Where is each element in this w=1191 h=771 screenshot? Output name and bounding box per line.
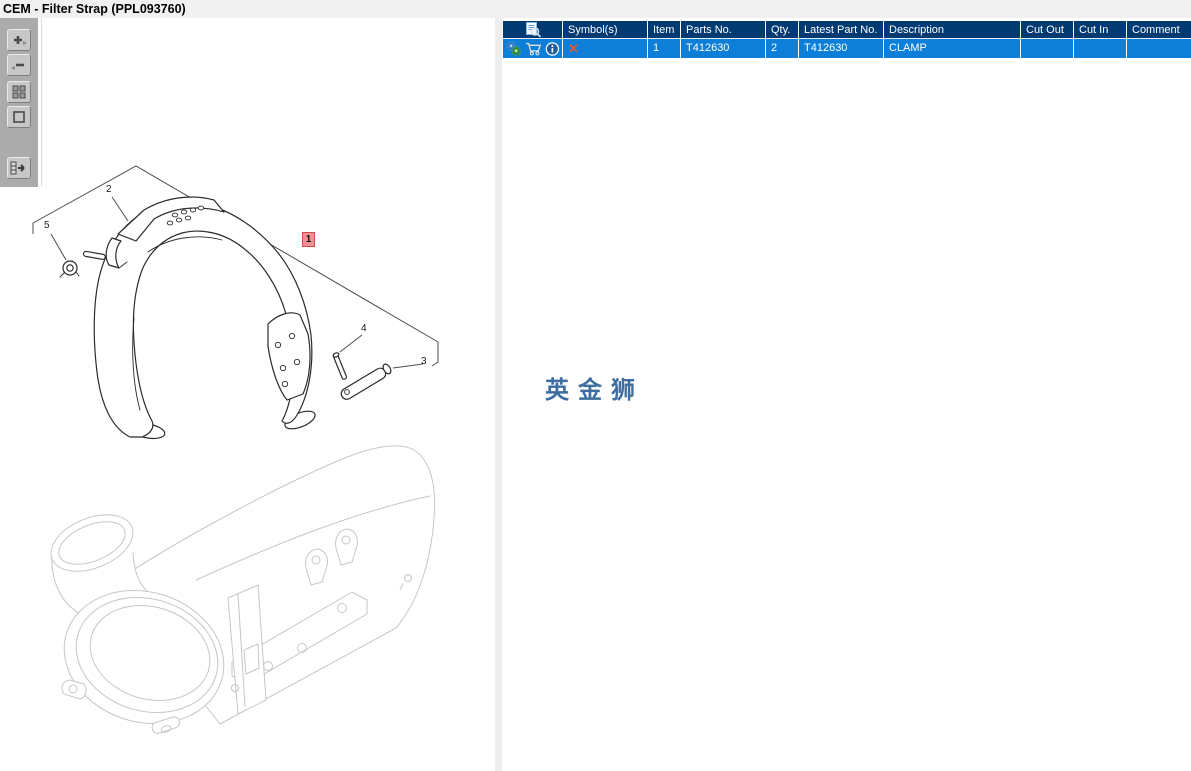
cell-latest-part-no: T412630 (799, 39, 884, 58)
parts-table: Symbol(s) Item Parts No. Qty. Latest Par… (503, 21, 1191, 58)
column-header-cut-in[interactable]: Cut In (1074, 21, 1127, 39)
column-header-item[interactable]: Item (648, 21, 681, 39)
column-header-parts-no[interactable]: Parts No. (681, 21, 766, 39)
window-title: CEM - Filter Strap (PPL093760) (0, 0, 1191, 18)
leader-5 (50, 233, 67, 261)
cell-cut-in (1074, 39, 1127, 58)
cell-description: CLAMP (884, 39, 1021, 58)
panel-splitter[interactable] (494, 18, 503, 771)
callout-3[interactable]: 3 (421, 356, 427, 368)
column-header-parts-search[interactable] (503, 21, 563, 39)
column-header-latest-part-no[interactable]: Latest Part No. (799, 21, 884, 39)
cell-symbols: ✕ (563, 39, 648, 58)
strap-drawing (59, 196, 392, 440)
cell-item: 1 (648, 39, 681, 58)
parts-table-header: Symbol(s) Item Parts No. Qty. Latest Par… (503, 21, 1191, 39)
cell-parts-no: T412630 (681, 39, 766, 58)
callout-4[interactable]: 4 (361, 323, 367, 335)
cell-qty: 2 (766, 39, 799, 58)
info-icon[interactable] (545, 41, 560, 57)
column-header-cut-out[interactable]: Cut Out (1021, 21, 1074, 39)
leader-3 (392, 363, 424, 369)
leader-4 (339, 334, 363, 353)
column-header-symbols[interactable]: Symbol(s) (563, 21, 648, 39)
muffler-drawing (50, 445, 436, 734)
deleted-x-symbol[interactable]: ✕ (568, 41, 579, 56)
cell-cut-out (1021, 39, 1074, 58)
column-header-comment[interactable]: Comment (1127, 21, 1191, 39)
column-header-description[interactable]: Description (884, 21, 1021, 39)
configure-gears-icon[interactable] (506, 40, 522, 57)
callout-5[interactable]: 5 (44, 220, 50, 232)
column-header-qty[interactable]: Qty. (766, 21, 799, 39)
cart-icon[interactable] (525, 41, 543, 57)
parts-diagram (32, 165, 439, 734)
leader-2 (111, 196, 129, 222)
callout-2[interactable]: 2 (106, 184, 112, 196)
watermark-text: 英金狮 (545, 377, 644, 404)
cell-comment (1127, 39, 1191, 58)
callout-1-highlighted[interactable]: 1 (302, 232, 315, 247)
parts-list-search-icon (526, 22, 542, 38)
table-row[interactable]: ✕ 1 T412630 2 T412630 CLAMP (503, 39, 1191, 58)
row-action-icons (503, 39, 563, 58)
